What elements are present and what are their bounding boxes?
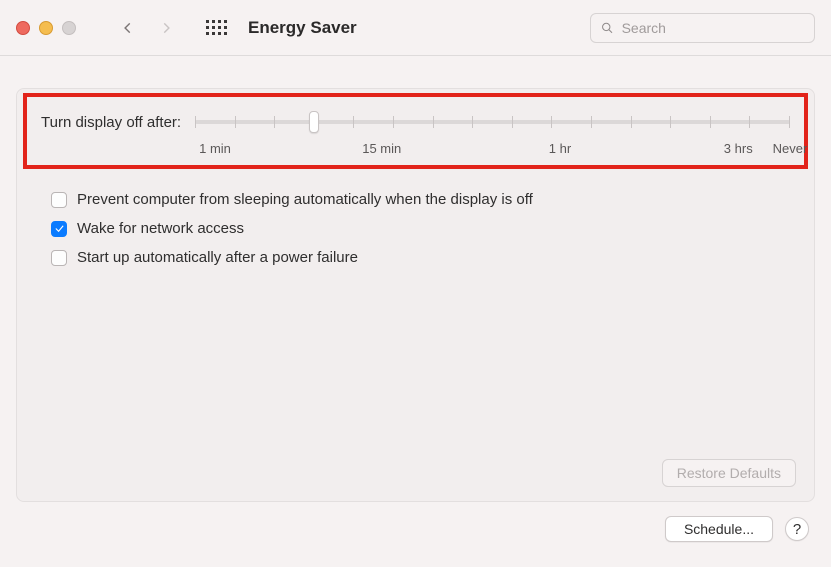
minimize-window-button[interactable] xyxy=(39,21,53,35)
option-auto-start[interactable]: Start up automatically after a power fai… xyxy=(51,243,788,272)
option-label: Start up automatically after a power fai… xyxy=(77,249,358,266)
chevron-right-icon xyxy=(159,21,173,35)
back-button[interactable] xyxy=(114,14,142,42)
help-button[interactable]: ? xyxy=(785,517,809,541)
tick-never: Never xyxy=(773,141,808,156)
forward-button[interactable] xyxy=(152,14,180,42)
search-input[interactable] xyxy=(622,20,804,36)
slider-thumb[interactable] xyxy=(309,111,319,133)
maximize-window-button[interactable] xyxy=(62,21,76,35)
option-label: Prevent computer from sleeping automatic… xyxy=(77,191,533,208)
tick-1min: 1 min xyxy=(199,141,231,156)
window-toolbar: Energy Saver xyxy=(0,0,831,56)
option-prevent-sleep[interactable]: Prevent computer from sleeping automatic… xyxy=(51,185,788,214)
footer: Schedule... ? xyxy=(0,502,831,542)
option-label: Wake for network access xyxy=(77,220,244,237)
slider-ticks xyxy=(195,116,790,128)
checkbox-wake-network[interactable] xyxy=(51,221,67,237)
window-controls xyxy=(16,21,76,35)
tick-15min: 15 min xyxy=(362,141,401,156)
display-sleep-highlight: Turn display off after: 1 min 15 min 1 h… xyxy=(23,93,808,169)
page-title: Energy Saver xyxy=(248,18,357,38)
grid-icon xyxy=(206,20,227,35)
display-sleep-slider[interactable] xyxy=(195,111,790,133)
tick-1hr: 1 hr xyxy=(549,141,571,156)
show-all-button[interactable] xyxy=(202,14,230,42)
search-icon xyxy=(601,21,614,35)
display-sleep-row: Turn display off after: xyxy=(41,111,790,133)
settings-panel: Turn display off after: 1 min 15 min 1 h… xyxy=(16,88,815,502)
display-sleep-label: Turn display off after: xyxy=(41,114,181,131)
checkbox-prevent-sleep[interactable] xyxy=(51,192,67,208)
restore-defaults-button[interactable]: Restore Defaults xyxy=(662,459,796,487)
option-wake-network[interactable]: Wake for network access xyxy=(51,214,788,243)
schedule-button[interactable]: Schedule... xyxy=(665,516,773,542)
checkbox-auto-start[interactable] xyxy=(51,250,67,266)
chevron-left-icon xyxy=(121,21,135,35)
options-list: Prevent computer from sleeping automatic… xyxy=(17,179,814,272)
slider-tick-labels: 1 min 15 min 1 hr 3 hrs Never xyxy=(41,141,790,159)
search-field[interactable] xyxy=(590,13,815,43)
close-window-button[interactable] xyxy=(16,21,30,35)
tick-3hrs: 3 hrs xyxy=(724,141,753,156)
